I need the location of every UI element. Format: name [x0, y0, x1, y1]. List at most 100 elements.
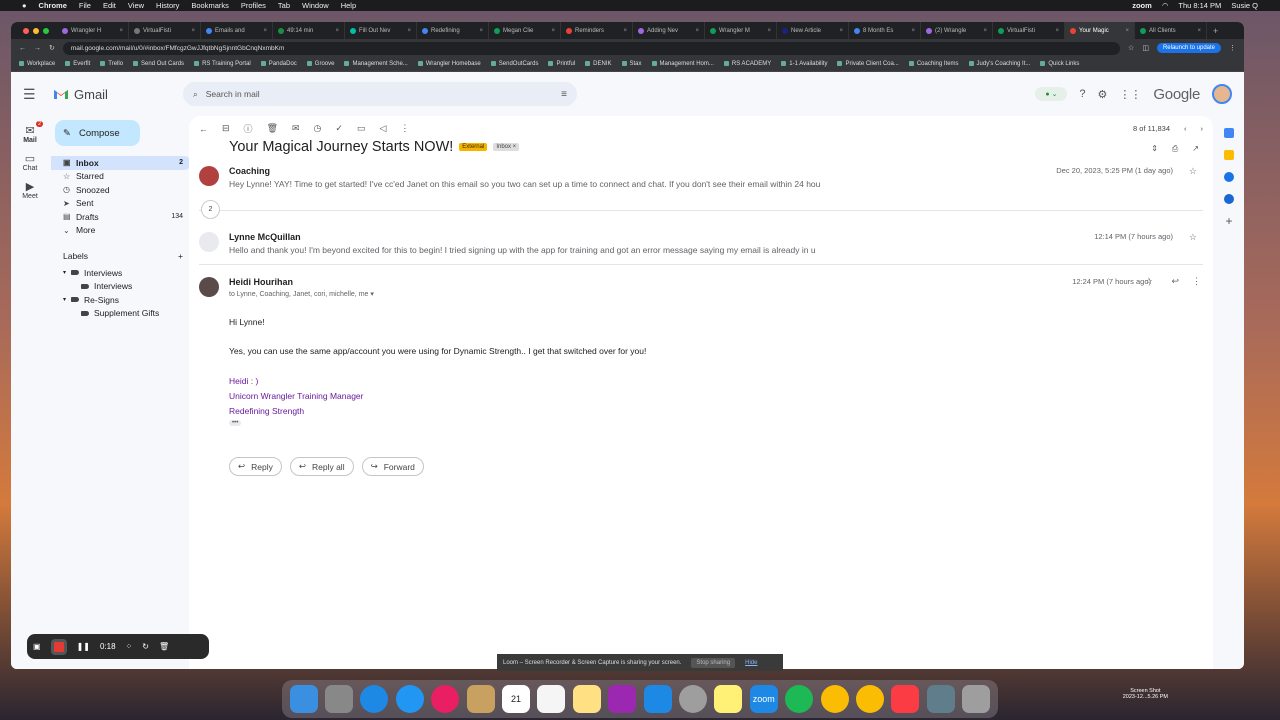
spotify-icon[interactable]	[785, 685, 814, 713]
inbox-tag[interactable]: Inbox ×	[493, 143, 520, 151]
search-icon[interactable]: ⌕	[193, 89, 198, 100]
status-indicator[interactable]: ● ⌄	[1035, 87, 1068, 101]
bookmark-item[interactable]: Send Out Cards	[133, 61, 184, 67]
expand-all-icon[interactable]: ⇕	[1151, 144, 1158, 154]
launchpad-icon[interactable]	[325, 685, 354, 713]
search-bar[interactable]: ⌕ Search in mail ≡	[183, 82, 577, 106]
message-more-icon[interactable]: ⋮	[1192, 276, 1201, 287]
search-input[interactable]: Search in mail	[206, 89, 260, 99]
hide-banner-link[interactable]: Hide	[745, 660, 757, 666]
bookmark-item[interactable]: Trello	[100, 61, 123, 67]
account-avatar[interactable]	[1212, 84, 1232, 104]
url-field[interactable]: mail.google.com/mail/u/0/#inbox/FMfcgzGw…	[62, 41, 1121, 55]
app-store-icon[interactable]	[643, 685, 672, 713]
settings-gear-icon[interactable]: ⚙	[1098, 88, 1108, 101]
bookmark-item[interactable]: RS Training Portal	[194, 61, 251, 67]
menu-profiles[interactable]: Profiles	[241, 1, 266, 10]
nav-item-inbox[interactable]: ▣ Inbox 2	[51, 156, 191, 170]
bookmark-item[interactable]: Groove	[307, 61, 335, 67]
messages-icon[interactable]	[395, 685, 424, 713]
menubar-user[interactable]: Susie Q	[1231, 1, 1258, 10]
message-collapsed-lynne[interactable]: Lynne McQuillan Hello and thank you! I'm…	[199, 232, 1203, 262]
older-icon[interactable]: ›	[1201, 124, 1204, 133]
close-tab-icon[interactable]: ×	[695, 28, 699, 34]
browser-menu-icon[interactable]: ⋮	[1229, 44, 1236, 52]
close-tab-icon[interactable]: ×	[623, 28, 627, 34]
reload-icon[interactable]: ↻	[49, 44, 55, 52]
browser-tab[interactable]: VirtualFisti ×	[993, 22, 1065, 39]
close-tab-icon[interactable]: ×	[767, 28, 771, 34]
chrome-2-icon[interactable]	[855, 685, 884, 713]
bookmark-item[interactable]: Wrangler Homebase	[418, 61, 481, 67]
close-tab-icon[interactable]: ×	[407, 28, 411, 34]
close-tab-icon[interactable]: ×	[983, 28, 987, 34]
menu-window[interactable]: Window	[302, 1, 329, 10]
keep-icon[interactable]	[1224, 150, 1234, 160]
label-icon[interactable]: ◁	[379, 123, 386, 134]
gmail-logo[interactable]: Gmail	[53, 87, 183, 102]
close-window-button[interactable]	[23, 27, 29, 34]
forward-icon[interactable]: →	[34, 45, 41, 52]
stop-recording-button[interactable]	[50, 638, 67, 655]
compose-button[interactable]: ✎ Compose	[55, 120, 140, 146]
browser-tab[interactable]: 49:14 min ×	[273, 22, 345, 39]
help-icon[interactable]: ?	[1079, 88, 1085, 100]
menu-edit[interactable]: Edit	[103, 1, 116, 10]
menubar-app-name[interactable]: Chrome	[39, 1, 67, 10]
browser-tab[interactable]: 8 Month Es ×	[849, 22, 921, 39]
label-item[interactable]: Interviews	[63, 280, 191, 294]
trash-icon[interactable]: 🗑	[159, 642, 169, 651]
nav-item-drafts[interactable]: ▤ Drafts 134	[51, 210, 191, 224]
bookmark-item[interactable]: 1-1 Availability	[781, 61, 827, 67]
star-icon[interactable]: ☆	[1189, 166, 1197, 177]
nav-item-sent[interactable]: ➤ Sent	[51, 197, 191, 211]
forward-button[interactable]: ↪ Forward	[361, 457, 424, 476]
bookmark-item[interactable]: Judy's Coaching It...	[969, 61, 1031, 67]
close-tab-icon[interactable]: ×	[335, 28, 339, 34]
bookmark-star-icon[interactable]: ☆	[1128, 44, 1134, 52]
browser-tab[interactable]: Fill Out Nev ×	[345, 22, 417, 39]
rail-meet[interactable]: ▶ Meet	[11, 180, 49, 200]
menu-bookmarks[interactable]: Bookmarks	[191, 1, 229, 10]
caret-down-icon[interactable]: ▾	[63, 296, 66, 303]
tasks-icon[interactable]	[1224, 172, 1234, 182]
close-tab-icon[interactable]: ×	[479, 28, 483, 34]
rail-mail[interactable]: ✉ 2 Mail	[11, 121, 49, 144]
search-options-icon[interactable]: ≡	[561, 89, 567, 100]
menubar-clock[interactable]: Thu 8:14 PM	[1178, 1, 1221, 10]
close-tab-icon[interactable]: ×	[1197, 28, 1201, 34]
add-task-icon[interactable]: ✓	[335, 123, 343, 134]
zoom-app-icon[interactable]: zoom	[749, 685, 778, 713]
podcasts-icon[interactable]	[608, 685, 637, 713]
open-new-window-icon[interactable]: ↗	[1192, 144, 1199, 154]
notes-app-icon[interactable]	[466, 685, 495, 713]
browser-tab[interactable]: Your Magic ×	[1065, 22, 1135, 39]
bookmark-item[interactable]: Private Client Coa...	[837, 61, 898, 67]
add-addon-icon[interactable]: +	[1224, 215, 1234, 227]
camera-icon[interactable]: ▣	[33, 642, 41, 651]
grid-icon[interactable]: ⁘	[126, 642, 133, 651]
bookmark-item[interactable]: PandaDoc	[261, 61, 297, 67]
chrome-icon[interactable]	[820, 685, 849, 713]
menu-history[interactable]: History	[156, 1, 179, 10]
menu-view[interactable]: View	[128, 1, 144, 10]
move-to-icon[interactable]: ▭	[357, 123, 366, 134]
add-label-icon[interactable]: +	[178, 251, 183, 261]
browser-tab[interactable]: Wrangler M ×	[705, 22, 777, 39]
close-tab-icon[interactable]: ×	[1055, 28, 1059, 34]
close-tab-icon[interactable]: ×	[1125, 28, 1129, 34]
photos-icon[interactable]	[431, 685, 460, 713]
bookmark-item[interactable]: Management Sche...	[344, 61, 407, 67]
menu-file[interactable]: File	[79, 1, 91, 10]
menu-tab[interactable]: Tab	[278, 1, 290, 10]
star-icon[interactable]: ☆	[1189, 232, 1197, 243]
label-item[interactable]: Supplement Gifts	[63, 307, 191, 321]
more-options-icon[interactable]: ⋮	[400, 123, 409, 134]
apple-icon[interactable]: ●	[22, 1, 27, 10]
reply-icon[interactable]: ↩	[1171, 276, 1179, 287]
label-item[interactable]: ▾ Interviews	[63, 266, 191, 280]
menu-help[interactable]: Help	[341, 1, 356, 10]
bookmark-item[interactable]: Everfit	[65, 61, 90, 67]
close-tab-icon[interactable]: ×	[911, 28, 915, 34]
apps-grid-icon[interactable]: ⋮⋮	[1119, 88, 1141, 101]
